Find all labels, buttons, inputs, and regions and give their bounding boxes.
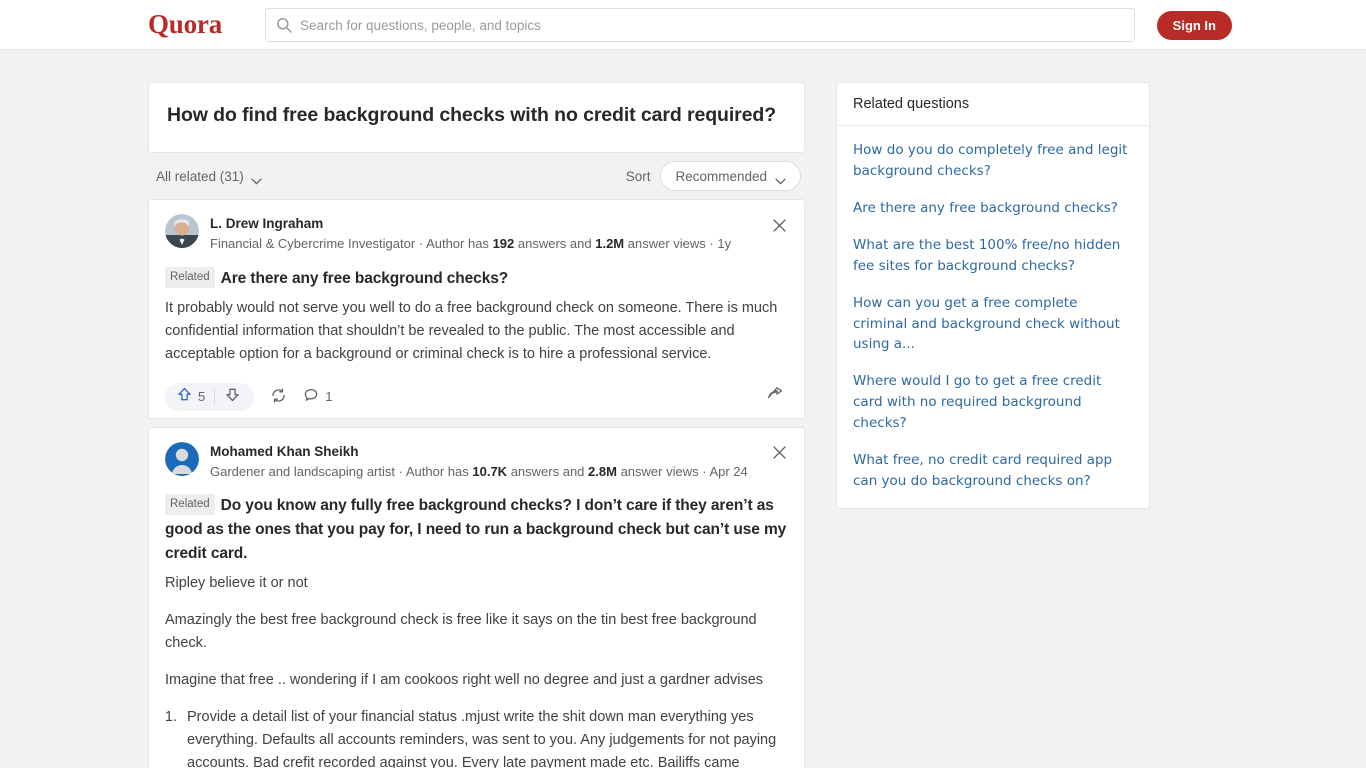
related-question-link[interactable]: How can you get a free complete criminal…	[853, 293, 1133, 356]
answer-card: Mohamed Khan Sheikh Gardener and landsca…	[148, 426, 805, 768]
related-question-line[interactable]: Related Are there any free background che…	[165, 266, 788, 291]
comment-bubble-icon	[303, 387, 319, 406]
related-question-title[interactable]: Are there any free background checks?	[221, 270, 509, 287]
comment-count: 1	[325, 389, 333, 405]
answer-time: 1y	[717, 236, 732, 252]
answer-time: Apr 24	[709, 463, 748, 479]
meta-answer-views: answer views	[620, 463, 699, 479]
chevron-down-icon	[775, 173, 786, 185]
main-column: How do find free background checks with …	[148, 82, 805, 768]
share-arrow-icon	[766, 386, 784, 408]
meta-answer-views: answer views	[627, 236, 706, 252]
answer-action-bar: 5 1	[165, 376, 788, 418]
related-question-link[interactable]: What are the best 100% free/no hidden fe…	[853, 235, 1133, 277]
repost-icon	[270, 387, 287, 407]
related-question-link[interactable]: Are there any free background checks?	[853, 198, 1133, 219]
answer-paragraph: Ripley believe it or not	[165, 575, 308, 592]
sort-group: Sort Recommended	[625, 161, 801, 192]
sign-in-button[interactable]: Sign In	[1156, 11, 1232, 40]
author-name[interactable]: L. Drew Ingraham	[210, 215, 788, 233]
author-credential: Gardener and landscaping artist	[210, 463, 396, 479]
search-input[interactable]	[300, 17, 1124, 33]
author-meta: Gardener and landscaping artist · Author…	[210, 462, 788, 482]
answer-header: L. Drew Ingraham Financial & Cybercrime …	[165, 214, 788, 254]
author-block: Mohamed Khan Sheikh Gardener and landsca…	[210, 442, 788, 482]
related-question-link[interactable]: How do you do completely free and legit …	[853, 140, 1133, 182]
sort-dropdown[interactable]: Recommended	[660, 161, 801, 192]
author-name[interactable]: Mohamed Khan Sheikh	[210, 443, 788, 461]
page-title: How do find free background checks with …	[167, 104, 777, 126]
author-block: L. Drew Ingraham Financial & Cybercrime …	[210, 214, 788, 254]
repost-button[interactable]	[270, 387, 287, 407]
question-card: How do find free background checks with …	[148, 82, 805, 154]
answer-card: L. Drew Ingraham Financial & Cybercrime …	[148, 199, 805, 419]
status-badge: Related	[165, 494, 215, 516]
meta-author-has: Author has	[405, 463, 469, 479]
filter-bar: All related (31) Sort Recommended	[148, 153, 805, 199]
author-meta: Financial & Cybercrime Investigator · Au…	[210, 234, 788, 254]
answer-list: Provide a detail list of your financial …	[181, 706, 788, 768]
all-related-label: All related (31)	[156, 168, 244, 184]
answer-body: Ripley believe it or not Amazingly the b…	[165, 572, 788, 768]
sort-value: Recommended	[675, 168, 767, 184]
answer-count: 10.7K	[472, 463, 508, 479]
author-credential: Financial & Cybercrime Investigator	[210, 236, 416, 252]
all-related-dropdown[interactable]: All related (31)	[156, 168, 262, 185]
status-badge: Related	[165, 266, 215, 288]
meta-separator: ·	[398, 463, 406, 479]
answer-paragraph: Imagine that free .. wondering if I am c…	[165, 671, 764, 688]
close-icon[interactable]	[768, 442, 790, 464]
meta-answers-and: answers and	[510, 463, 585, 479]
site-header: Quora Sign In	[0, 0, 1366, 50]
chevron-down-icon	[251, 173, 262, 185]
upvote-count: 5	[198, 389, 206, 405]
view-count: 2.8M	[588, 463, 617, 479]
view-count: 1.2M	[595, 236, 625, 252]
related-questions-list: How do you do completely free and legit …	[837, 126, 1149, 508]
answer-body: It probably would not serve you well to …	[165, 297, 788, 366]
downvote-button[interactable]	[215, 383, 250, 411]
downvote-arrow-icon	[224, 386, 241, 408]
page-body: How do find free background checks with …	[0, 50, 1366, 768]
comment-button[interactable]: 1	[303, 387, 332, 406]
related-question-link[interactable]: Where would I go to get a free credit ca…	[853, 371, 1133, 434]
search-icon	[276, 17, 292, 33]
meta-separator: ·	[418, 236, 427, 252]
related-questions-heading: Related questions	[837, 83, 1149, 126]
sort-label: Sort	[625, 168, 651, 184]
answer-paragraph: It probably would not serve you well to …	[165, 299, 778, 362]
meta-author-has: Author has	[426, 236, 489, 252]
share-button[interactable]	[766, 386, 784, 409]
photo-avatar[interactable]	[165, 214, 199, 249]
meta-answers-and: answers and	[517, 236, 592, 252]
related-questions-card: Related questions How do you do complete…	[836, 82, 1150, 509]
answer-header: Mohamed Khan Sheikh Gardener and landsca…	[165, 441, 788, 482]
related-question-line[interactable]: Related Do you know any fully free backgr…	[165, 494, 788, 566]
quora-logo[interactable]: Quora	[148, 9, 222, 40]
related-question-title[interactable]: Do you know any fully free background ch…	[165, 497, 786, 562]
related-question-link[interactable]: What free, no credit card required app c…	[853, 450, 1133, 492]
answer-paragraph: Amazingly the best free background check…	[165, 612, 757, 651]
silhouette-avatar[interactable]	[165, 441, 199, 476]
upvote-button[interactable]: 5	[169, 383, 214, 411]
sidebar: Related questions How do you do complete…	[836, 82, 1150, 509]
search-bar[interactable]	[265, 8, 1135, 42]
answer-count: 192	[492, 236, 515, 252]
upvote-arrow-icon	[176, 386, 193, 408]
list-item: Provide a detail list of your financial …	[181, 706, 788, 768]
vote-pill: 5	[165, 382, 255, 411]
close-icon[interactable]	[768, 214, 790, 236]
